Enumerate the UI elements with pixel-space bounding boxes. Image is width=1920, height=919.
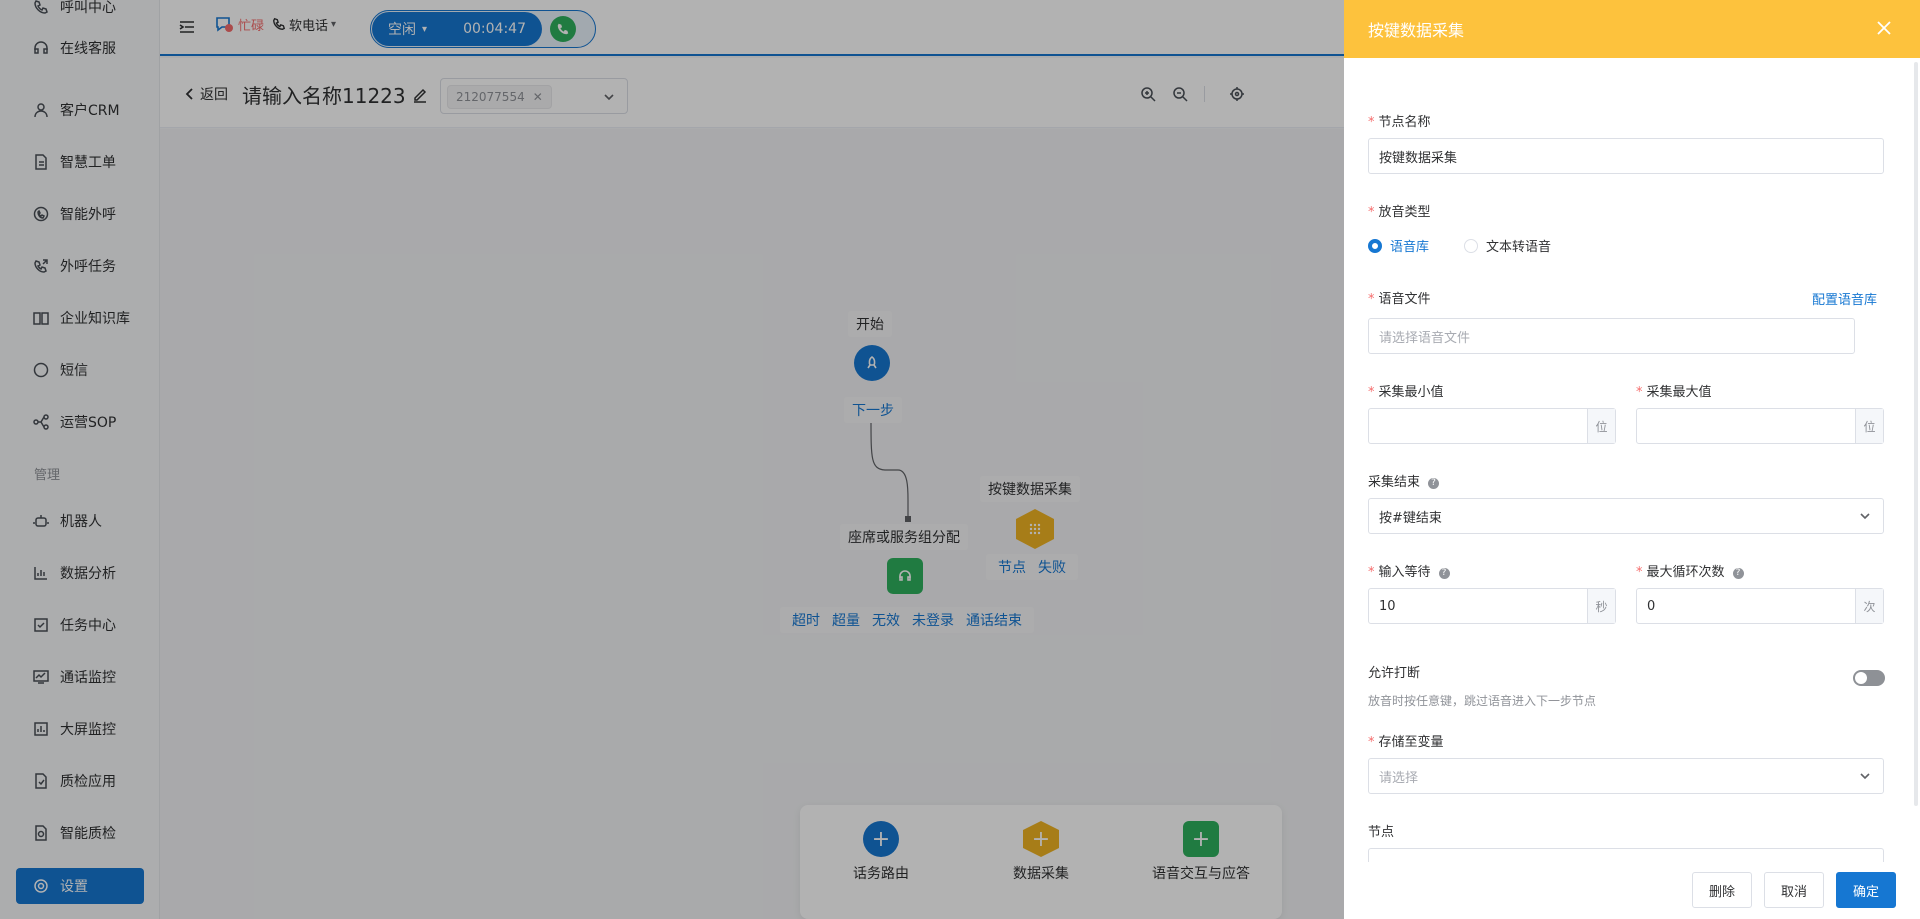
max-loop-input[interactable]: 0次 (1636, 588, 1884, 624)
unit-suffix: 秒 (1587, 589, 1615, 623)
node-section-label: 节点 (1368, 825, 1395, 840)
node-name-label: * 节点名称 (1368, 115, 1431, 130)
voice-file-input[interactable]: 请选择语音文件 (1368, 318, 1855, 354)
config-voice-library-link[interactable]: 配置语音库 (1812, 289, 1877, 308)
unit-suffix: 次 (1855, 589, 1883, 623)
chevron-down-icon (1859, 770, 1871, 782)
radio-dot (1368, 238, 1382, 253)
help-icon[interactable]: ? (1732, 568, 1744, 579)
unit-suffix: 位 (1587, 409, 1615, 443)
drawer-scrollbar[interactable] (1914, 62, 1918, 806)
close-icon[interactable] (1876, 20, 1892, 36)
min-value-label: * 采集最小值 (1368, 385, 1444, 400)
unit-suffix: 位 (1855, 409, 1883, 443)
max-value-label: * 采集最大值 (1636, 385, 1712, 400)
store-variable-select[interactable]: 请选择 (1368, 758, 1884, 794)
radio-voice-library[interactable]: 语音库 (1368, 236, 1429, 255)
drawer-header: 按键数据采集 (1344, 0, 1920, 58)
help-icon[interactable]: ? (1438, 568, 1450, 579)
radio-text-to-speech[interactable]: 文本转语音 (1464, 236, 1551, 255)
collect-end-label: 采集结束? (1368, 471, 1440, 490)
max-value-input[interactable]: 位 (1636, 408, 1884, 444)
voice-file-label: * 语音文件 (1368, 292, 1431, 307)
input-wait-label: * 输入等待? (1368, 561, 1450, 580)
cancel-button[interactable]: 取消 (1764, 872, 1824, 908)
app-root: 呼叫中心 在线客服 客户CRM 智慧工单 智能外呼 外呼任务 企业知识库 短信 … (0, 0, 1920, 919)
min-value-input[interactable]: 位 (1368, 408, 1616, 444)
drawer-title: 按键数据采集 (1368, 21, 1465, 40)
chevron-down-icon (1859, 510, 1871, 522)
input-wait-input[interactable]: 10 秒 (1368, 588, 1616, 624)
toggle-knob (1855, 672, 1867, 684)
collect-end-select[interactable]: 按#键结束 (1368, 498, 1884, 534)
store-variable-label: * 存储至变量 (1368, 735, 1444, 750)
interrupt-toggle[interactable] (1853, 670, 1885, 686)
help-icon[interactable]: ? (1428, 478, 1440, 489)
interrupt-hint: 放音时按任意键，跳过语音进入下一步节点 (1368, 694, 1597, 708)
interrupt-label: 允许打断 (1368, 666, 1421, 681)
delete-button[interactable]: 删除 (1692, 872, 1752, 908)
radio-dot (1464, 238, 1478, 253)
node-name-input[interactable]: 按键数据采集 (1368, 138, 1884, 174)
max-loop-label: * 最大循环次数? (1636, 561, 1744, 580)
confirm-button[interactable]: 确定 (1836, 872, 1896, 908)
drawer-footer (1344, 862, 1920, 919)
play-type-label: * 放音类型 (1368, 205, 1431, 220)
